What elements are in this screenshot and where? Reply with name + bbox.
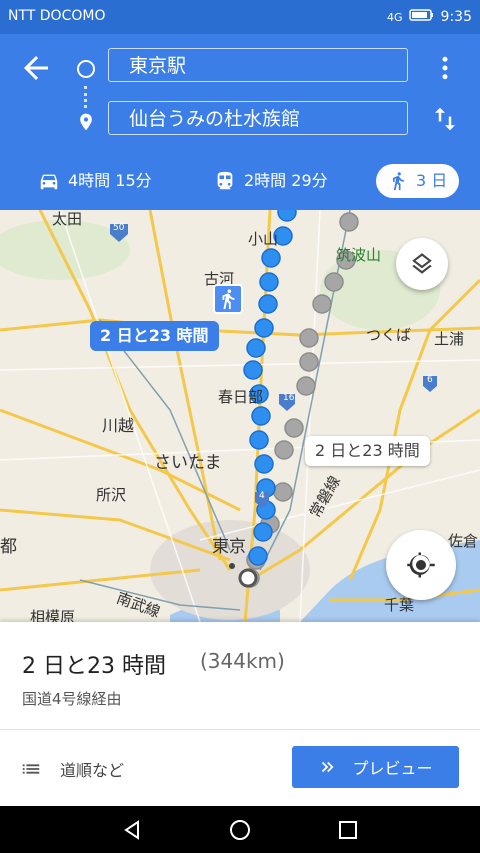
network-label: 4G — [387, 10, 403, 24]
origin-field[interactable]: 東京駅 — [108, 48, 408, 82]
mode-drive[interactable]: 4時間 15分 — [38, 164, 152, 198]
list-icon — [22, 764, 40, 774]
map-label-tsukubasan: 筑波山 — [336, 246, 382, 264]
walk-marker-icon — [222, 289, 235, 310]
preview-label: プレビュー — [352, 759, 433, 778]
more-vert-icon — [442, 56, 448, 80]
my-location-button[interactable] — [386, 530, 456, 600]
shield-6: 6 — [427, 375, 433, 385]
directions-header: 東京駅 仙台うみの杜水族館 4時間 15分 2時間 29分 3 日 — [0, 34, 480, 210]
mode-drive-label: 4時間 15分 — [68, 171, 152, 190]
primary-route-label[interactable]: 2 日と23 時間 — [90, 321, 219, 351]
swap-vert-icon — [435, 107, 455, 131]
map-label-oyama: 小山 — [248, 230, 279, 248]
layers-button[interactable] — [396, 238, 448, 290]
map-label-sagamihara: 相模原 — [30, 608, 76, 622]
train-icon — [217, 171, 233, 190]
divider — [0, 729, 480, 730]
map-label-tokyo: 東京 — [212, 537, 246, 557]
my-location-icon — [407, 552, 435, 578]
swap-button[interactable] — [430, 102, 460, 136]
walk-marker — [213, 284, 243, 314]
battery-icon — [408, 8, 435, 26]
home-nav-icon[interactable] — [228, 818, 252, 842]
carrier-label: NTT DOCOMO — [8, 8, 106, 24]
recents-nav-icon[interactable] — [336, 818, 360, 842]
map-label-tsukuba: つくば — [366, 326, 412, 344]
preview-button[interactable]: プレビュー — [292, 746, 459, 788]
destination-pin-icon — [80, 113, 92, 131]
map-label-kasukabe: 春日部 — [218, 388, 264, 406]
map-label-tokorozawa: 所沢 — [96, 486, 127, 504]
status-bar: NTT DOCOMO 4G 9:35 — [0, 0, 480, 34]
mode-walk[interactable]: 3 日 — [376, 164, 460, 198]
route-via: 国道4号線経由 — [22, 690, 122, 708]
directions-button[interactable]: 道順など — [20, 754, 124, 784]
car-icon — [40, 174, 58, 190]
walk-icon — [393, 172, 404, 191]
map-label-saitama: さいたま — [154, 453, 222, 473]
route-summary-panel[interactable]: 2 日と23 時間 (344km) 国道4号線経由 道順など プレビュー — [0, 622, 480, 806]
arrow-left-icon — [24, 56, 48, 80]
map-label-saki: 佐倉 — [448, 532, 479, 550]
shield-50: 50 — [113, 223, 125, 233]
mode-transit[interactable]: 2時間 29分 — [214, 164, 328, 198]
directions-label: 道順など — [60, 761, 125, 780]
clock: 9:35 — [440, 9, 472, 25]
map-label-ota: 太田 — [52, 210, 83, 228]
route-duration: 2 日と23 時間 — [22, 654, 166, 679]
back-button[interactable] — [18, 50, 54, 86]
map-label-tsuchiura: 土浦 — [434, 330, 465, 348]
route-dots-icon — [84, 86, 89, 108]
layers-icon — [412, 253, 432, 274]
map-label-kawagoe: 川越 — [102, 416, 135, 435]
destination-field[interactable]: 仙台うみの杜水族館 — [108, 101, 408, 135]
shield-4: 4 — [259, 491, 265, 501]
route-distance: (344km) — [200, 649, 285, 673]
more-options-button[interactable] — [430, 50, 460, 86]
origin-circle-icon — [77, 60, 95, 78]
map-view[interactable]: 太田 小山 古河 筑波山 つくば 土浦 春日部 川越 さいたま 所沢 東京 相模… — [0, 210, 480, 622]
double-chevron-icon — [322, 761, 335, 773]
android-nav-bar — [0, 806, 480, 853]
alternate-route-label[interactable]: 2 日と23 時間 — [305, 436, 430, 466]
mode-walk-label: 3 日 — [416, 171, 448, 190]
back-nav-icon[interactable] — [120, 818, 144, 842]
shield-16: 16 — [283, 393, 295, 403]
mode-transit-label: 2時間 29分 — [244, 171, 328, 190]
map-label-to: 都 — [0, 537, 17, 557]
